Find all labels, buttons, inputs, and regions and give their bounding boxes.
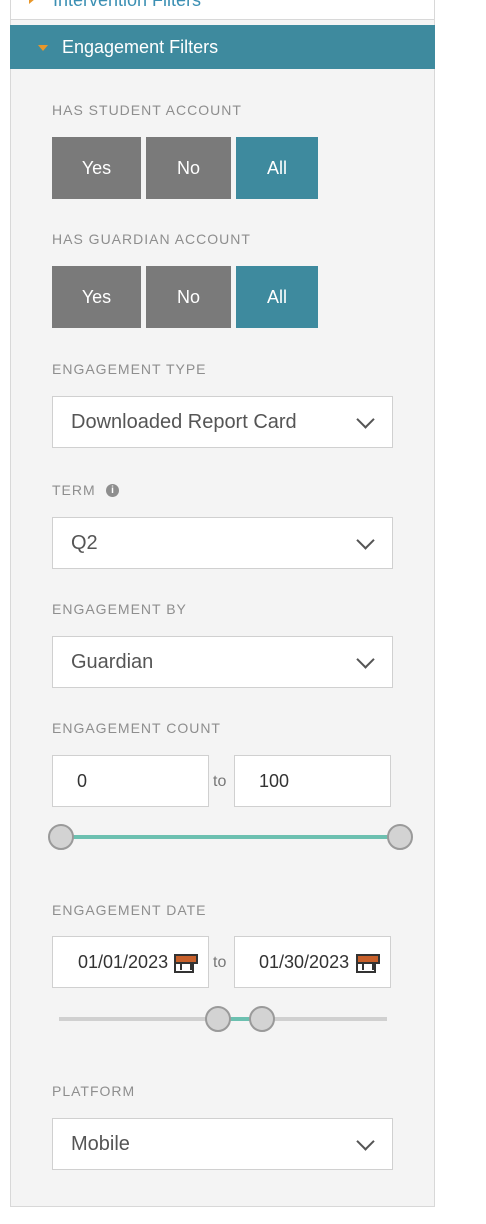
info-icon[interactable]: i (106, 484, 119, 497)
student-account-yes-button[interactable]: Yes (52, 137, 141, 199)
chevron-down-icon (356, 410, 375, 429)
engagement-date-to-value: 01/30/2023 (259, 952, 350, 972)
caret-down-icon (38, 45, 48, 51)
engagement-by-value: Guardian (71, 651, 154, 673)
engagement-type-select[interactable]: Downloaded Report Card (52, 396, 393, 448)
calendar-icon[interactable] (174, 954, 198, 973)
chevron-down-icon (356, 1132, 375, 1151)
calendar-icon[interactable] (356, 954, 380, 973)
engagement-count-max-input[interactable]: 100 (234, 755, 391, 807)
intervention-filters-header[interactable]: Intervention Filters (10, 0, 435, 20)
engagement-by-label: ENGAGEMENT BY (52, 601, 187, 617)
guardian-account-no-button[interactable]: No (146, 266, 231, 328)
engagement-by-select[interactable]: Guardian (52, 636, 393, 688)
chevron-down-icon (356, 531, 375, 550)
intervention-filters-title: Intervention Filters (53, 0, 202, 10)
engagement-date-label: ENGAGEMENT DATE (52, 902, 207, 918)
count-to-label: to (213, 773, 227, 790)
has-student-account-label: HAS STUDENT ACCOUNT (52, 102, 242, 118)
engagement-date-from-value: 01/01/2023 (78, 952, 169, 972)
engagement-count-label: ENGAGEMENT COUNT (52, 720, 221, 736)
platform-label: PLATFORM (52, 1083, 136, 1099)
caret-right-icon (29, 0, 35, 4)
platform-select[interactable]: Mobile (52, 1118, 393, 1170)
student-account-all-button[interactable]: All (236, 137, 318, 199)
student-account-no-button[interactable]: No (146, 137, 231, 199)
engagement-type-label: ENGAGEMENT TYPE (52, 361, 207, 377)
date-slider-min-handle[interactable] (205, 1006, 231, 1032)
term-value: Q2 (71, 532, 98, 554)
count-slider-track[interactable] (62, 835, 398, 839)
term-select[interactable]: Q2 (52, 517, 393, 569)
date-slider-max-handle[interactable] (249, 1006, 275, 1032)
engagement-count-min-input[interactable]: 0 (52, 755, 209, 807)
platform-value: Mobile (71, 1133, 130, 1155)
engagement-filters-title: Engagement Filters (62, 37, 219, 57)
count-slider-max-handle[interactable] (387, 824, 413, 850)
engagement-filters-header[interactable]: Engagement Filters (10, 25, 435, 69)
has-guardian-account-label: HAS GUARDIAN ACCOUNT (52, 231, 251, 247)
guardian-account-yes-button[interactable]: Yes (52, 266, 141, 328)
term-label: TERM (52, 482, 96, 498)
guardian-account-all-button[interactable]: All (236, 266, 318, 328)
engagement-type-value: Downloaded Report Card (71, 411, 297, 433)
date-to-label: to (213, 954, 227, 971)
chevron-down-icon (356, 650, 375, 669)
engagement-count-max-value: 100 (259, 771, 290, 791)
engagement-date-to-input[interactable]: 01/30/2023 (234, 936, 391, 988)
count-slider-min-handle[interactable] (48, 824, 74, 850)
engagement-date-from-input[interactable]: 01/01/2023 (52, 936, 209, 988)
engagement-count-min-value: 0 (77, 771, 88, 791)
